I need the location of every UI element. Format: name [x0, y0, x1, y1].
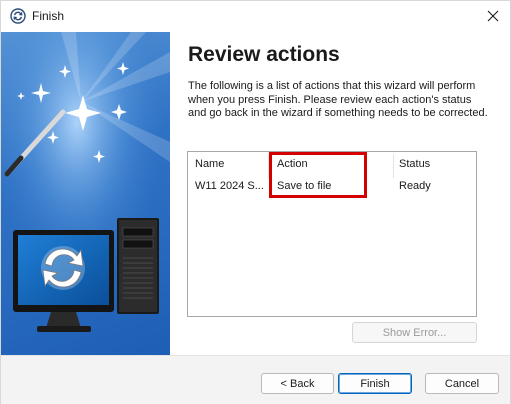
close-icon [487, 10, 499, 22]
back-button[interactable]: < Back [261, 373, 334, 394]
list-item-status: Ready [399, 180, 431, 192]
computer-tower-icon [117, 218, 159, 314]
page-description: The following is a list of actions that … [188, 80, 488, 119]
finish-button[interactable]: Finish [338, 373, 412, 394]
wizard-banner [1, 32, 170, 355]
title-bar: Finish [1, 1, 510, 32]
column-header-status[interactable]: Status [399, 158, 430, 170]
cancel-button[interactable]: Cancel [425, 373, 499, 394]
window-title: Finish [32, 9, 65, 23]
finish-wizard-window: Finish Review actions The following is a… [0, 0, 511, 404]
wizard-app-icon [10, 8, 26, 24]
close-button[interactable] [480, 4, 506, 28]
page-heading: Review actions [188, 43, 340, 66]
column-separator[interactable] [393, 154, 394, 178]
list-item-name: W11 2024 S... [195, 180, 264, 192]
wizard-footer: < Back Finish Cancel [1, 355, 510, 404]
action-column-highlight [269, 152, 367, 198]
show-error-button[interactable]: Show Error... [352, 322, 477, 343]
column-header-name[interactable]: Name [195, 158, 224, 170]
